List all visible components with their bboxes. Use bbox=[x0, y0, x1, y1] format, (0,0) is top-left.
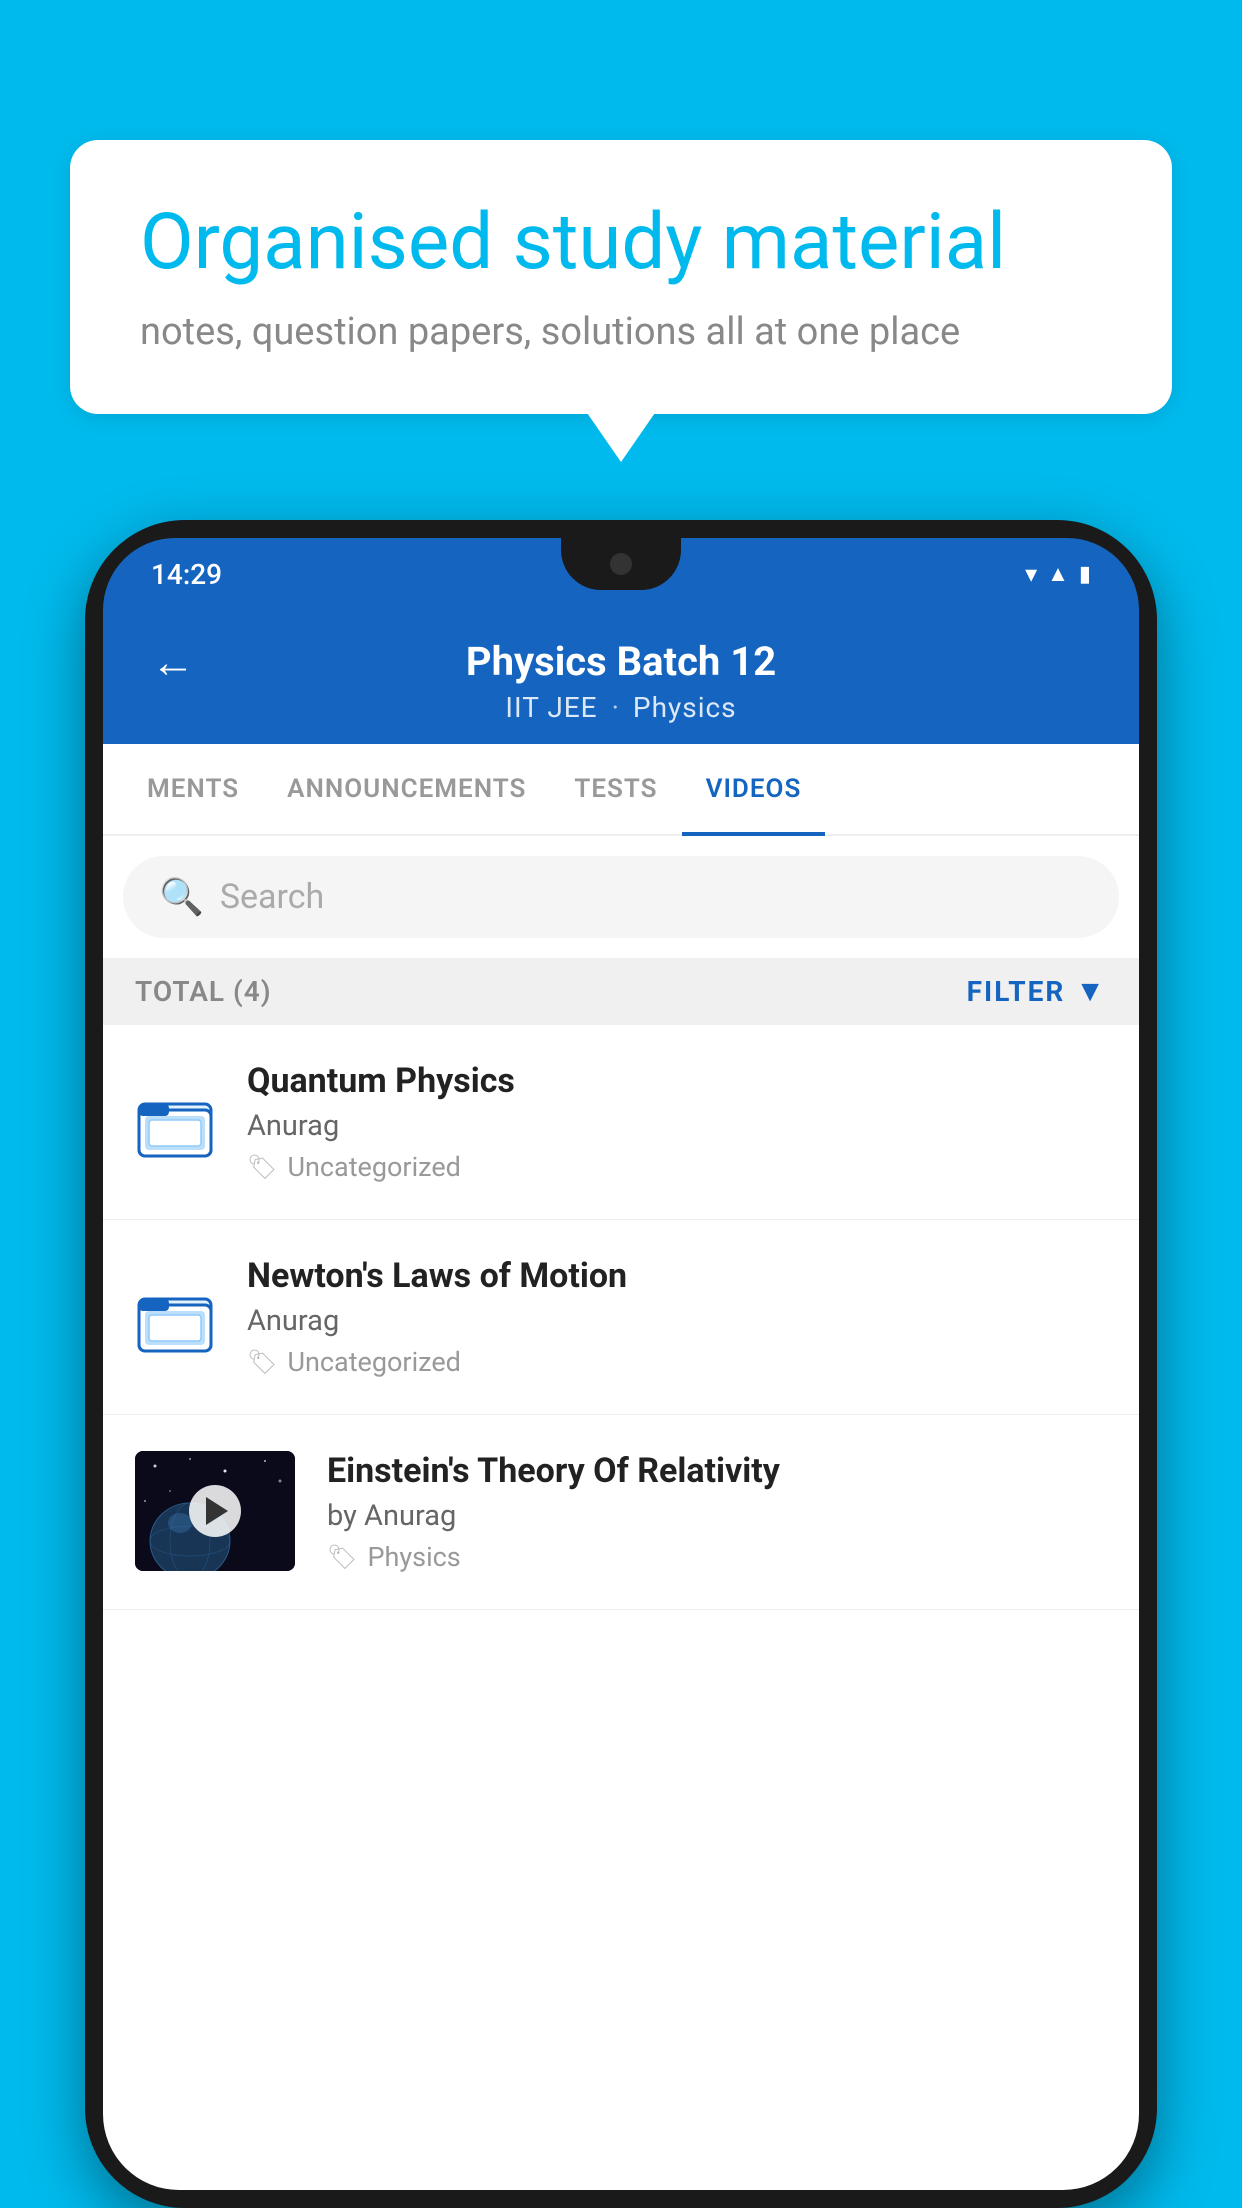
thumbnail-bg bbox=[135, 1451, 295, 1571]
video-title: Newton's Laws of Motion bbox=[247, 1256, 1107, 1296]
video-thumbnail bbox=[135, 1451, 295, 1571]
search-bar[interactable]: 🔍 Search bbox=[123, 856, 1119, 938]
filter-row: TOTAL (4) FILTER ▼ bbox=[103, 958, 1139, 1025]
filter-button[interactable]: FILTER ▼ bbox=[967, 974, 1107, 1009]
speech-bubble-container: Organised study material notes, question… bbox=[70, 140, 1172, 414]
speech-bubble-subtext: notes, question papers, solutions all at… bbox=[140, 310, 1102, 354]
status-icons: ▾ ▲ ▮ bbox=[1025, 560, 1091, 588]
list-item[interactable]: Quantum Physics Anurag 🏷 Uncategorized bbox=[103, 1025, 1139, 1220]
app-header: ← Physics Batch 12 IIT JEE · Physics bbox=[103, 610, 1139, 744]
search-icon: 🔍 bbox=[159, 876, 204, 918]
phone-camera bbox=[610, 553, 632, 575]
video-title: Quantum Physics bbox=[247, 1061, 1107, 1101]
filter-label: FILTER bbox=[967, 975, 1066, 1008]
filter-icon: ▼ bbox=[1075, 974, 1107, 1009]
search-placeholder: Search bbox=[220, 877, 324, 917]
phone-time: 14:29 bbox=[151, 558, 222, 591]
total-count: TOTAL (4) bbox=[135, 975, 272, 1008]
video-title: Einstein's Theory Of Relativity bbox=[327, 1451, 1107, 1491]
tab-tests[interactable]: TESTS bbox=[550, 744, 681, 834]
video-tag: 🏷 Physics bbox=[327, 1541, 1107, 1573]
signal-icon: ▲ bbox=[1047, 561, 1069, 587]
app-header-row: ← Physics Batch 12 bbox=[151, 638, 1091, 685]
video-item-info: Quantum Physics Anurag 🏷 Uncategorized bbox=[247, 1061, 1107, 1183]
video-list: Quantum Physics Anurag 🏷 Uncategorized bbox=[103, 1025, 1139, 2190]
video-item-info: Einstein's Theory Of Relativity by Anura… bbox=[327, 1451, 1107, 1573]
tag-label: Uncategorized bbox=[287, 1151, 460, 1183]
list-item[interactable]: Newton's Laws of Motion Anurag 🏷 Uncateg… bbox=[103, 1220, 1139, 1415]
app-subtitle: IIT JEE · Physics bbox=[505, 691, 736, 724]
tag-icon: 🏷 bbox=[247, 1153, 277, 1181]
wifi-icon: ▾ bbox=[1025, 560, 1037, 588]
tag-icon: 🏷 bbox=[247, 1348, 277, 1376]
tab-videos[interactable]: VIDEOS bbox=[682, 744, 826, 834]
list-item[interactable]: Einstein's Theory Of Relativity by Anura… bbox=[103, 1415, 1139, 1610]
tab-announcements[interactable]: ANNOUNCEMENTS bbox=[263, 744, 550, 834]
folder-icon bbox=[135, 1277, 215, 1357]
subtitle-part1: IIT JEE bbox=[505, 691, 597, 724]
tab-ments[interactable]: MENTS bbox=[123, 744, 263, 834]
status-bar: 14:29 ▾ ▲ ▮ bbox=[103, 538, 1139, 610]
battery-icon: ▮ bbox=[1079, 562, 1091, 587]
folder-icon bbox=[135, 1082, 215, 1162]
video-author: Anurag bbox=[247, 1109, 1107, 1143]
play-icon bbox=[206, 1497, 228, 1525]
video-author: by Anurag bbox=[327, 1499, 1107, 1533]
phone-screen: ← Physics Batch 12 IIT JEE · Physics MEN… bbox=[103, 610, 1139, 2190]
video-author: Anurag bbox=[247, 1304, 1107, 1338]
play-button[interactable] bbox=[189, 1485, 241, 1537]
video-tag: 🏷 Uncategorized bbox=[247, 1151, 1107, 1183]
app-title: Physics Batch 12 bbox=[466, 638, 776, 685]
subtitle-separator: · bbox=[612, 691, 619, 724]
video-item-info: Newton's Laws of Motion Anurag 🏷 Uncateg… bbox=[247, 1256, 1107, 1378]
phone-container: 14:29 ▾ ▲ ▮ ← Physics Batch 12 IIT JEE · bbox=[85, 520, 1157, 2208]
subtitle-part2: Physics bbox=[633, 691, 737, 724]
tag-label: Physics bbox=[367, 1541, 460, 1573]
phone-frame: 14:29 ▾ ▲ ▮ ← Physics Batch 12 IIT JEE · bbox=[85, 520, 1157, 2208]
speech-bubble-heading: Organised study material bbox=[140, 200, 1102, 286]
phone-notch bbox=[561, 538, 681, 590]
tabs-bar: MENTS ANNOUNCEMENTS TESTS VIDEOS bbox=[103, 744, 1139, 836]
speech-bubble: Organised study material notes, question… bbox=[70, 140, 1172, 414]
back-button[interactable]: ← bbox=[151, 636, 195, 688]
tag-label: Uncategorized bbox=[287, 1346, 460, 1378]
tag-icon: 🏷 bbox=[327, 1543, 357, 1571]
video-tag: 🏷 Uncategorized bbox=[247, 1346, 1107, 1378]
